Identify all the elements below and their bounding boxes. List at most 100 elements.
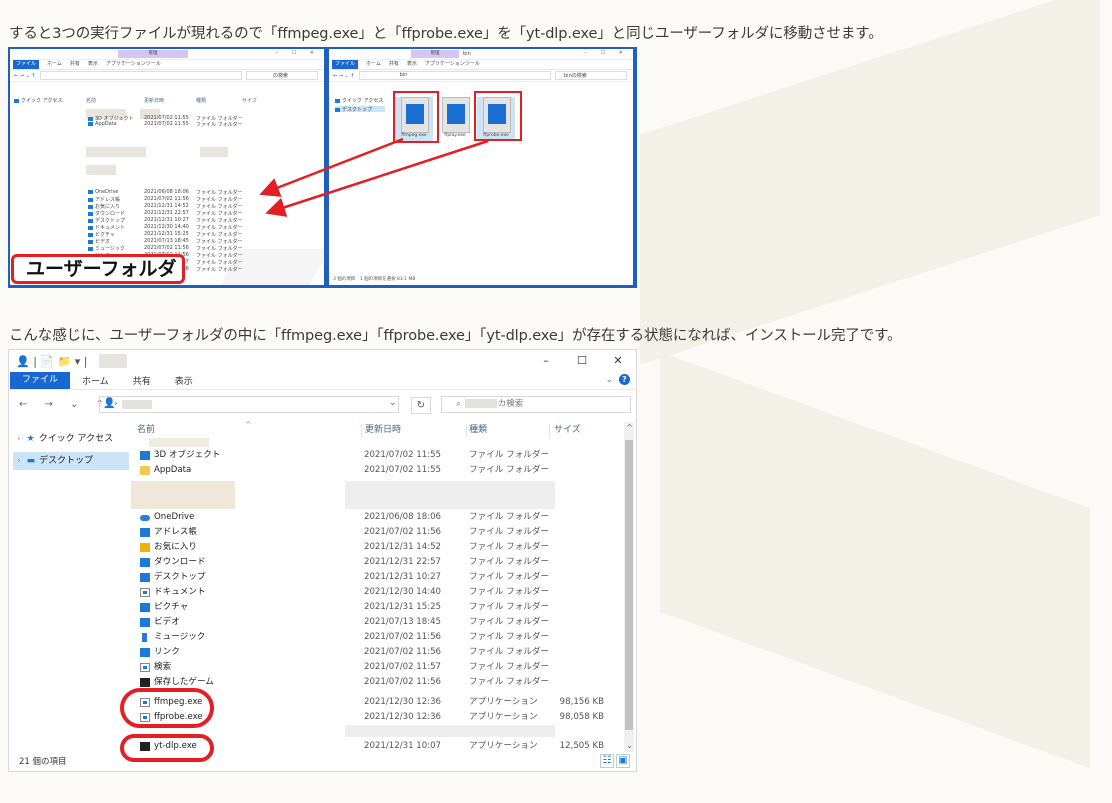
file-date: 2021/12/31 15:25 xyxy=(364,602,442,612)
file-row[interactable]: ダウンロード 2021/12/31 22:57 ファイル フォルダー xyxy=(9,555,609,570)
file-type: ファイル フォルダー xyxy=(469,587,550,597)
navigation-buttons[interactable]: ← → ⌄ ↑ xyxy=(19,399,111,410)
game-icon xyxy=(140,678,150,687)
search-icon: ⌕ xyxy=(456,399,461,409)
file-name: ダウンロード xyxy=(154,557,206,567)
file-type: ファイル フォルダー xyxy=(469,527,550,537)
minimize-button[interactable]: – xyxy=(528,350,564,372)
file-size: 98,156 KB xyxy=(559,697,604,707)
user-folder-label: ユーザーフォルダ xyxy=(11,254,185,284)
file-type: ファイル フォルダー xyxy=(469,542,550,552)
file-name: お気に入り xyxy=(154,542,197,552)
star-icon xyxy=(140,543,150,552)
column-header-date[interactable]: 更新日時 xyxy=(365,422,401,438)
file-row[interactable]: お気に入り 2021/12/31 14:52 ファイル フォルダー xyxy=(9,540,609,555)
music-icon xyxy=(142,633,147,642)
tab-0[interactable]: ファイル xyxy=(10,372,71,389)
cloud-icon xyxy=(140,515,150,521)
file-date: 2021/07/02 11:56 xyxy=(364,647,442,657)
tab-1[interactable]: ホーム xyxy=(70,374,121,387)
file-date: 2021/07/02 11:55 xyxy=(364,450,442,460)
search-icon xyxy=(140,663,150,672)
file-name: ビデオ xyxy=(154,617,180,627)
chevron-right-icon: › xyxy=(114,399,118,409)
file-row[interactable]: ffmpeg.exe 2021/12/30 12:36 アプリケーション 98,156… xyxy=(9,695,609,710)
sort-ascending-icon: ^ xyxy=(245,420,252,429)
file-name: リンク xyxy=(154,647,180,657)
nav-quick-access[interactable]: › ★ クイック アクセス xyxy=(13,430,113,448)
column-header-type[interactable]: 種類 xyxy=(469,422,487,438)
refresh-icon[interactable]: ↻ xyxy=(411,397,431,414)
highlight-yt-dlp xyxy=(120,734,214,762)
file-type: アプリケーション xyxy=(469,697,538,707)
column-header-size[interactable]: サイズ xyxy=(554,422,581,438)
file-row[interactable]: リンク 2021/07/02 11:56 ファイル フォルダー xyxy=(9,645,609,660)
tab-2[interactable]: 共有 xyxy=(121,374,163,387)
file-name: ミュージック xyxy=(154,632,206,642)
breadcrumb[interactable]: 👤 › xyxy=(99,396,399,413)
chevron-right-icon[interactable]: › xyxy=(17,434,21,444)
file-date: 2021/12/31 10:27 xyxy=(364,572,442,582)
file-row[interactable]: yt-dlp.exe 2021/12/31 10:07 アプリケーション 12,505… xyxy=(9,739,609,754)
background-shape xyxy=(660,351,1090,769)
file-date: 2021/07/02 11:55 xyxy=(364,465,442,475)
move-arrows xyxy=(259,137,489,217)
file-row[interactable]: AppData 2021/07/02 11:55 ファイル フォルダー xyxy=(9,463,609,478)
file-name: ドキュメント xyxy=(154,587,206,597)
file-name: 3D オブジェクト xyxy=(154,450,221,460)
scroll-up-icon[interactable]: ^ xyxy=(626,423,633,432)
close-button[interactable]: ✕ xyxy=(600,350,636,372)
file-date: 2021/06/08 18:06 xyxy=(364,512,442,522)
file-row[interactable]: アドレス帳 2021/07/02 11:56 ファイル フォルダー xyxy=(9,525,609,540)
column-header-name[interactable]: 名前 xyxy=(137,422,155,438)
file-date: 2021/07/02 11:57 xyxy=(364,662,442,672)
file-date: 2021/12/30 12:36 xyxy=(364,712,442,722)
file-type: ファイル フォルダー xyxy=(469,647,550,657)
file-type: ファイル フォルダー xyxy=(469,602,550,612)
search-input[interactable]: ⌕ カ検索 xyxy=(441,396,631,413)
file-row[interactable]: ドキュメント 2021/12/30 14:40 ファイル フォルダー xyxy=(9,585,609,600)
title-bar: 👤 | 📄 📁 ▾ | – ☐ ✕ xyxy=(9,350,636,372)
file-size: 98,058 KB xyxy=(559,712,604,722)
file-date: 2021/07/02 11:56 xyxy=(364,677,442,687)
file-name: AppData xyxy=(154,465,192,475)
tab-3[interactable]: 表示 xyxy=(163,374,205,387)
instruction-paragraph: すると3つの実行ファイルが現れるので「ffmpeg.exe」と「ffprobe.… xyxy=(9,26,883,42)
file-date: 2021/07/13 18:45 xyxy=(364,617,442,627)
file-date: 2021/07/02 11:56 xyxy=(364,527,442,537)
file-name: OneDrive xyxy=(154,512,195,522)
file-row[interactable]: ビデオ 2021/07/13 18:45 ファイル フォルダー xyxy=(9,615,609,630)
file-type: ファイル フォルダー xyxy=(469,632,550,642)
quick-access-toolbar[interactable]: 👤 | 📄 📁 ▾ | xyxy=(16,355,88,368)
file-row[interactable]: ffprobe.exe 2021/12/30 12:36 アプリケーション 98,05… xyxy=(9,710,609,725)
help-icon[interactable]: ? xyxy=(619,374,630,385)
file-row[interactable]: ミュージック 2021/07/02 11:56 ファイル フォルダー xyxy=(9,630,609,645)
file-row[interactable]: 3D オブジェクト 2021/07/02 11:55 ファイル フォルダー xyxy=(9,448,609,463)
vertical-scrollbar[interactable] xyxy=(624,422,634,752)
scroll-down-icon[interactable]: ⌄ xyxy=(626,741,633,750)
file-type: ファイル フォルダー xyxy=(469,662,550,672)
star-icon: ★ xyxy=(26,434,35,444)
desktop-icon xyxy=(140,573,150,582)
maximize-button[interactable]: ☐ xyxy=(564,350,600,372)
file-row[interactable]: 保存したゲーム 2021/07/02 11:56 ファイル フォルダー xyxy=(9,675,609,690)
item-count: 21 個の項目 xyxy=(19,757,67,767)
file-type: アプリケーション xyxy=(469,712,538,722)
file-name: アドレス帳 xyxy=(154,527,197,537)
file-row[interactable]: OneDrive 2021/06/08 18:06 ファイル フォルダー xyxy=(9,510,609,525)
file-row[interactable]: 検索 2021/07/02 11:57 ファイル フォルダー xyxy=(9,660,609,675)
explorer-screenshot-move-files: 管理 – ☐ ✕ ファイル ホーム 共有 表示 アプリケーションツール ← → ⌄ ↑ の検… xyxy=(8,47,637,288)
file-row[interactable]: デスクトップ 2021/12/31 10:27 ファイル フォルダー xyxy=(9,570,609,585)
file-type: ファイル フォルダー xyxy=(469,572,550,582)
file-row[interactable]: ピクチャ 2021/12/31 15:25 ファイル フォルダー xyxy=(9,600,609,615)
file-date: 2021/12/31 10:07 xyxy=(364,741,442,751)
details-view-icon[interactable]: ☷ xyxy=(600,754,614,768)
file-type: アプリケーション xyxy=(469,741,538,751)
chevron-down-icon[interactable]: ⌄ xyxy=(389,398,397,408)
file-date: 2021/12/31 22:57 xyxy=(364,557,442,567)
file-type: ファイル フォルダー xyxy=(469,617,550,627)
explorer-screenshot-result: 👤 | 📄 📁 ▾ | – ☐ ✕ ファイル ホーム 共有 表示 ⌄? ← → ⌄ ↑ 👤 … xyxy=(8,349,637,772)
large-icons-view-icon[interactable]: ▣ xyxy=(616,754,630,768)
download-icon xyxy=(140,558,150,567)
folder-icon xyxy=(140,466,150,475)
